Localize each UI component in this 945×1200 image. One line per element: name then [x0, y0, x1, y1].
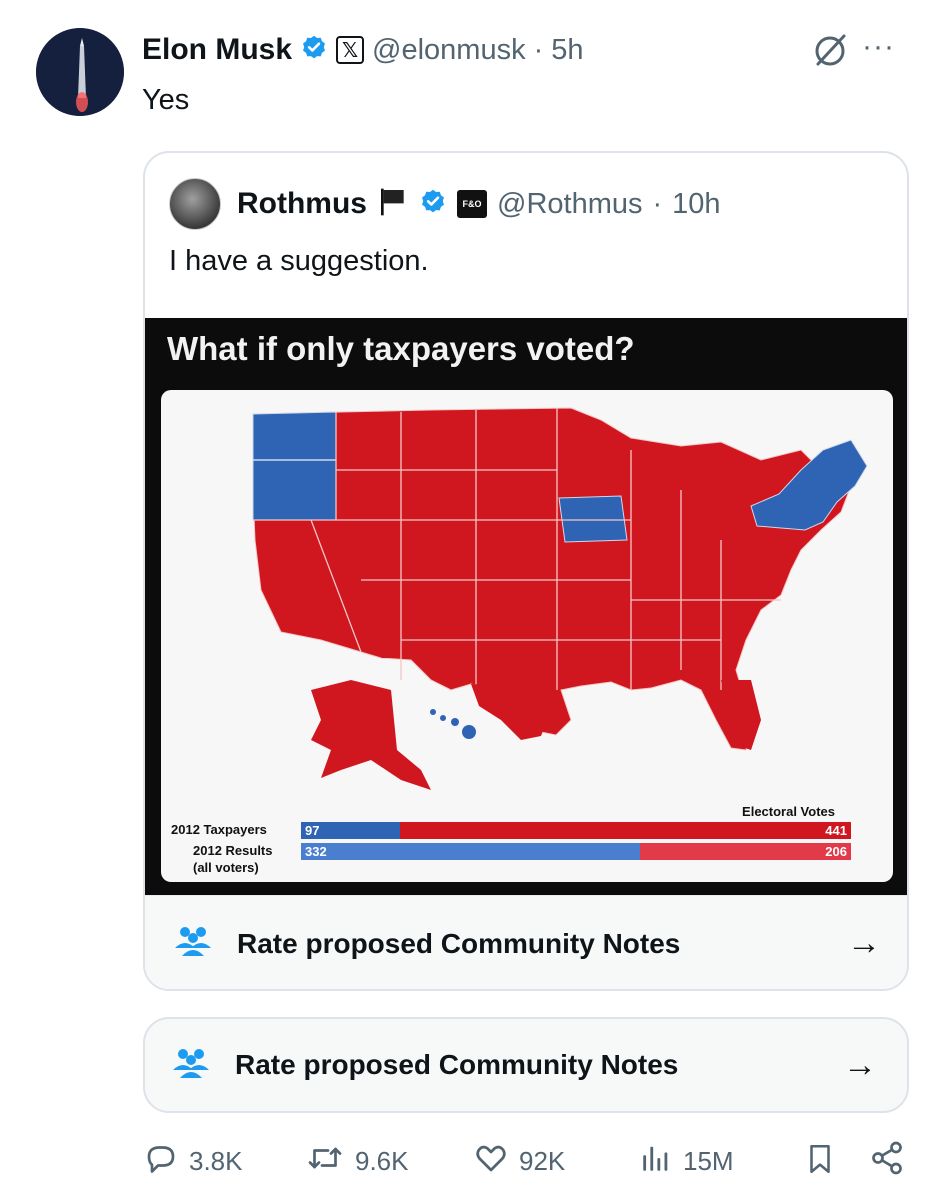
reply-icon — [143, 1140, 179, 1183]
community-notes-button[interactable]: Rate proposed Community Notes → — [145, 895, 907, 989]
us-electoral-map: Electoral Votes 2012 Taxpayers 97 441 20… — [161, 390, 893, 882]
reply-count: 3.8K — [189, 1146, 243, 1176]
results-red-value: 206 — [825, 844, 847, 859]
people-icon — [173, 924, 213, 963]
quoted-author-name[interactable]: Rothmus — [237, 187, 367, 221]
tweet-text: Yes — [142, 84, 190, 116]
taxpayers-row-label: 2012 Taxpayers — [171, 822, 267, 837]
community-notes-button-main[interactable]: Rate proposed Community Notes → — [143, 1017, 909, 1113]
quoted-author-avatar[interactable] — [169, 178, 221, 230]
x-affiliation-icon[interactable]: 𝕏 — [336, 36, 365, 64]
heart-icon — [473, 1140, 509, 1183]
share-button[interactable] — [869, 1140, 905, 1183]
author-avatar[interactable] — [36, 28, 124, 116]
separator-dot: · — [652, 187, 663, 220]
taxpayers-bar: 97 441 — [301, 822, 851, 839]
repost-button[interactable]: 9.6K — [305, 1140, 409, 1183]
tweet-header: Elon Musk 𝕏 @elonmusk · 5h — [142, 30, 584, 70]
bookmark-icon — [803, 1140, 837, 1185]
views-count: 15M — [683, 1146, 734, 1176]
views-icon — [639, 1140, 673, 1183]
bookmark-button[interactable] — [803, 1140, 837, 1185]
quoted-tweet-image[interactable]: What if only taxpayers voted? Electoral … — [145, 318, 907, 895]
taxpayers-red-segment: 441 — [400, 822, 851, 839]
quoted-tweet[interactable]: Rothmus F&O @Rothmus · 10h I have a sugg… — [143, 151, 909, 991]
grok-icon[interactable] — [810, 30, 850, 70]
taxpayers-blue-segment: 97 — [301, 822, 400, 839]
author-name[interactable]: Elon Musk — [142, 33, 292, 67]
more-options-icon[interactable]: ··· — [862, 30, 895, 64]
people-icon — [171, 1046, 211, 1085]
share-icon — [869, 1140, 905, 1183]
author-handle[interactable]: @elonmusk — [372, 34, 526, 67]
like-count: 92K — [519, 1146, 566, 1176]
community-notes-label: Rate proposed Community Notes — [237, 927, 681, 959]
arrow-right-icon: → — [847, 924, 881, 962]
results-bar: 332 206 — [301, 843, 851, 860]
flag-icon — [377, 186, 409, 223]
results-row-sublabel: (all voters) — [193, 860, 259, 875]
electoral-votes-label: Electoral Votes — [742, 804, 835, 819]
quoted-tweet-text: I have a suggestion. — [169, 245, 429, 277]
repost-icon — [305, 1140, 345, 1183]
community-notes-label: Rate proposed Community Notes — [235, 1049, 679, 1080]
separator-dot: · — [533, 33, 544, 66]
quoted-tweet-header: Rothmus F&O @Rothmus · 10h — [169, 178, 721, 230]
tweet-time[interactable]: 5h — [551, 34, 583, 67]
results-row-label: 2012 Results — [193, 843, 273, 858]
arrow-right-icon: → — [843, 1045, 877, 1084]
affiliation-badge-icon[interactable]: F&O — [457, 190, 487, 218]
action-bar: 3.8K 9.6K 92K 15M — [143, 1140, 923, 1190]
quoted-author-handle[interactable]: @Rothmus — [497, 188, 642, 221]
results-blue-value: 332 — [305, 844, 327, 859]
verified-badge-icon — [300, 34, 328, 67]
like-button[interactable]: 92K — [473, 1140, 565, 1183]
verified-badge-icon — [419, 188, 447, 221]
taxpayers-blue-value: 97 — [305, 823, 320, 838]
image-title: What if only taxpayers voted? — [167, 330, 635, 367]
results-blue-segment: 332 — [301, 843, 641, 860]
quoted-tweet-time[interactable]: 10h — [672, 188, 720, 221]
taxpayers-red-value: 441 — [825, 823, 847, 838]
views-button[interactable]: 15M — [639, 1140, 734, 1183]
reply-button[interactable]: 3.8K — [143, 1140, 243, 1183]
results-red-segment: 206 — [640, 843, 851, 860]
repost-count: 9.6K — [355, 1146, 409, 1176]
